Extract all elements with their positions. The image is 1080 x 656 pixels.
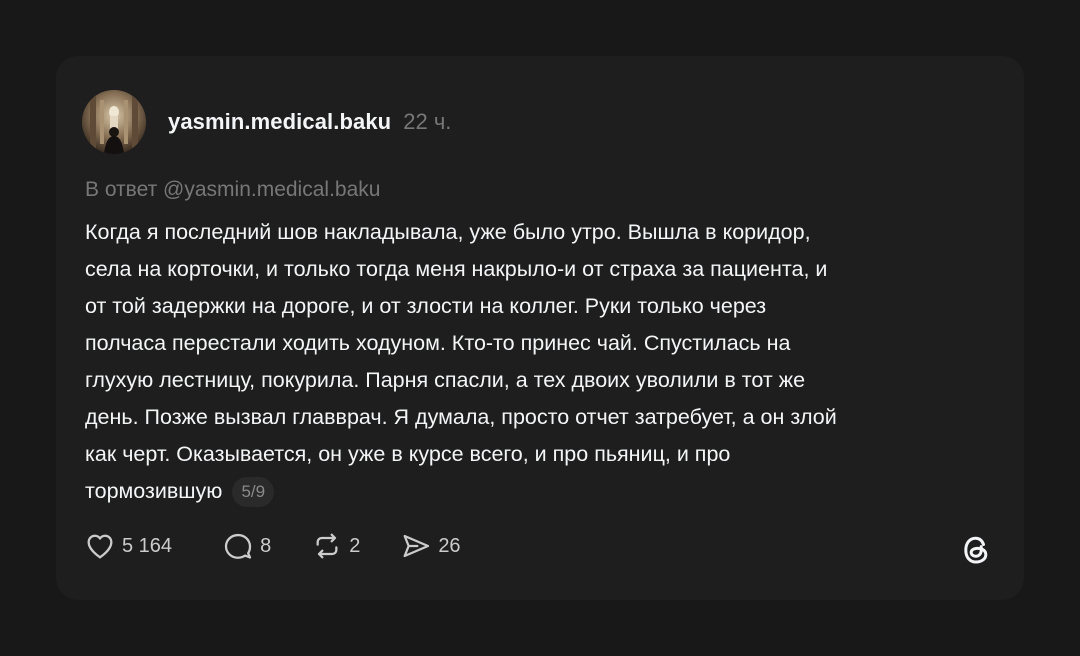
share-button[interactable]: 26 (400, 530, 461, 562)
username[interactable]: yasmin.medical.baku (168, 109, 391, 135)
share-count: 26 (438, 534, 461, 557)
threads-logo-icon (964, 536, 988, 564)
post-text: Когда я последний шов накладывала, уже б… (85, 220, 837, 503)
like-button[interactable]: 5 164 (84, 530, 172, 562)
comment-icon (224, 533, 252, 559)
post-card: yasmin.medical.baku 22 ч. В ответ @yasmi… (56, 56, 1024, 600)
reply-count: 8 (260, 534, 272, 557)
reply-button[interactable]: 8 (222, 530, 271, 562)
send-icon (403, 534, 430, 558)
heart-icon (87, 534, 113, 559)
post-time: 22 ч. (403, 109, 452, 134)
threads-logo-link[interactable] (956, 530, 996, 570)
post-header: yasmin.medical.baku 22 ч. (82, 90, 451, 154)
avatar-image (82, 90, 146, 154)
repost-icon (316, 533, 338, 559)
reply-to-label: В ответ @yasmin.medical.baku (85, 178, 381, 201)
repost-count: 2 (349, 534, 361, 557)
action-bar: 5 164 8 2 26 (84, 530, 461, 562)
thread-counter: 5/9 (232, 477, 275, 507)
repost-button[interactable]: 2 (311, 530, 360, 562)
avatar[interactable] (82, 90, 146, 154)
like-count: 5 164 (122, 534, 173, 557)
post-text-container: Когда я последний шов накладывала, уже б… (85, 214, 995, 510)
